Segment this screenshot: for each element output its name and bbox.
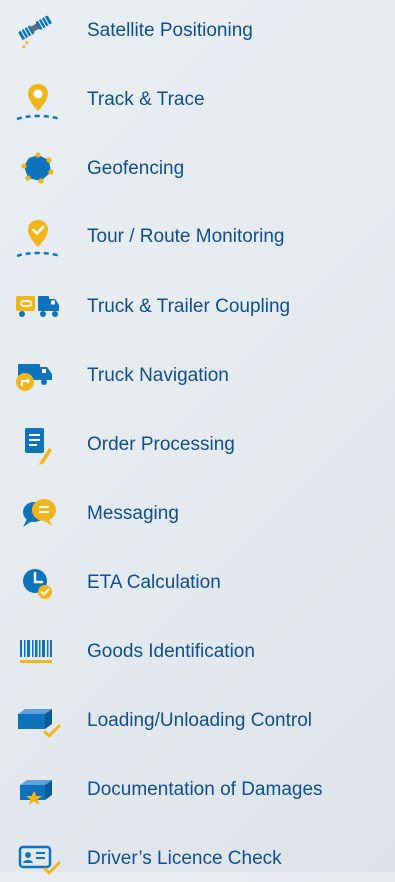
feature-item-track-trace[interactable]: Track & Trace: [0, 77, 395, 123]
driver-licence-check-icon: [14, 839, 64, 879]
satellite-icon: [14, 11, 64, 51]
feature-label: ETA Calculation: [87, 572, 221, 593]
feature-item-truck-trailer-coupling[interactable]: Truck & Trailer Coupling: [0, 284, 395, 330]
order-document-pencil-icon: [14, 425, 64, 465]
eta-clock-check-icon: [14, 563, 64, 603]
feature-item-loading-unloading-control[interactable]: Loading/Unloading Control: [0, 698, 395, 744]
feature-item-eta-calculation[interactable]: ETA Calculation: [0, 560, 395, 606]
feature-label: Goods Identification: [87, 641, 255, 662]
feature-label: Order Processing: [87, 434, 235, 455]
feature-item-goods-identification[interactable]: Goods Identification: [0, 629, 395, 675]
feature-label: Documentation of Damages: [87, 779, 323, 800]
feature-item-documentation-of-damages[interactable]: Documentation of Damages: [0, 767, 395, 813]
feature-label: Loading/Unloading Control: [87, 710, 312, 731]
feature-item-order-processing[interactable]: Order Processing: [0, 422, 395, 468]
feature-list: Satellite Positioning Track & Trace Geof: [0, 0, 395, 875]
feature-item-drivers-licence-check[interactable]: Driver’s Licence Check: [0, 836, 395, 882]
barcode-icon: [14, 632, 64, 672]
feature-label: Track & Trace: [87, 89, 205, 110]
feature-label: Tour / Route Monitoring: [87, 226, 285, 247]
route-checkmark-pin-icon: [14, 217, 64, 257]
damaged-box-icon: [14, 770, 64, 810]
feature-label: Messaging: [87, 503, 179, 524]
feature-item-truck-navigation[interactable]: Truck Navigation: [0, 353, 395, 399]
truck-navigation-icon: [14, 356, 64, 396]
feature-item-messaging[interactable]: Messaging: [0, 491, 395, 537]
feature-label: Driver’s Licence Check: [87, 848, 282, 869]
feature-label: Satellite Positioning: [87, 20, 253, 41]
location-pin-route-icon: [14, 80, 64, 120]
feature-item-satellite-positioning[interactable]: Satellite Positioning: [0, 8, 395, 54]
feature-label: Truck Navigation: [87, 365, 229, 386]
feature-label: Truck & Trailer Coupling: [87, 296, 291, 317]
feature-item-geofencing[interactable]: Geofencing: [0, 146, 395, 192]
feature-item-tour-route-monitoring[interactable]: Tour / Route Monitoring: [0, 214, 395, 260]
geofence-polygon-icon: [14, 149, 64, 189]
feature-label: Geofencing: [87, 158, 185, 179]
cargo-box-check-icon: [14, 701, 64, 741]
message-bubbles-icon: [14, 494, 64, 534]
truck-trailer-coupling-icon: [14, 287, 64, 327]
